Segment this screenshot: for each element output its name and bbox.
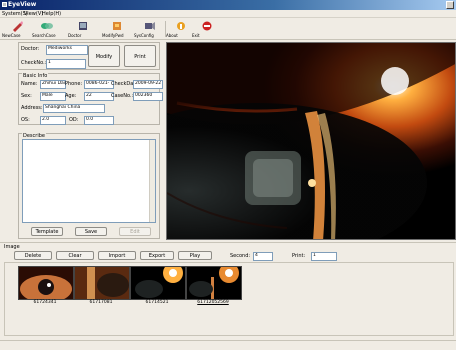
title-bar: EyeView xyxy=(0,0,456,10)
name-field[interactable]: Zhihui Dai xyxy=(40,80,66,89)
doctor-icon xyxy=(79,22,87,30)
caseno-label: CaseNo.: xyxy=(111,93,134,99)
os-field[interactable]: 2.0 xyxy=(40,116,66,125)
thumbnail-image[interactable] xyxy=(74,266,130,300)
sex-field[interactable]: Male xyxy=(40,92,66,101)
eye-photo xyxy=(167,43,455,239)
checkno-field[interactable]: 1 xyxy=(46,59,86,69)
print-case-button[interactable]: Print xyxy=(124,45,156,67)
about-icon xyxy=(177,22,185,30)
doctor-field[interactable]: Mediworks xyxy=(46,45,88,55)
thumbnail-caption-selected: 61712052569 xyxy=(197,300,229,305)
describe-panel: Describe Template Save Edit xyxy=(18,133,160,239)
thumbnail-caption: 61724341 xyxy=(33,300,57,305)
doctor-label: Doctor: xyxy=(21,46,40,52)
status-bar xyxy=(0,340,456,350)
thumbnail-eye-4 xyxy=(187,267,241,299)
od-field[interactable]: 0.0 xyxy=(84,116,114,125)
thumbnail-image[interactable] xyxy=(18,266,74,300)
menu-view[interactable]: View(V) xyxy=(24,11,43,17)
app-icon xyxy=(2,2,7,7)
address-field[interactable]: Shanghai China xyxy=(43,104,105,113)
image-divider xyxy=(0,242,456,243)
close-window-button[interactable] xyxy=(446,1,454,9)
export-image-button[interactable]: Export xyxy=(140,251,174,260)
menu-bar: System(S) View(V) Help(H) xyxy=(0,10,456,18)
describe-textarea[interactable] xyxy=(22,139,156,223)
search-case-icon xyxy=(41,23,53,29)
edit-button: Edit xyxy=(119,227,151,236)
new-case-icon xyxy=(13,21,23,32)
checkno-label: CheckNo.: xyxy=(21,60,47,66)
new-case-button[interactable]: NewCase xyxy=(2,19,32,39)
thumbnail-eye-3 xyxy=(131,267,185,299)
save-button[interactable]: Save xyxy=(75,227,107,236)
checkdate-field[interactable]: 2009-09-22 xyxy=(133,80,163,89)
thumbnail-eye-2 xyxy=(75,267,129,299)
import-image-button[interactable]: Import xyxy=(98,251,136,260)
delete-image-button[interactable]: Delete xyxy=(14,251,52,260)
toolbar: NewCase SearchCase Doctor ModifyPwd SysC… xyxy=(0,18,456,40)
second-label: Second: xyxy=(230,253,251,259)
thumbnail-caption: 61717081 xyxy=(89,300,113,305)
thumbnail-eye-1 xyxy=(19,267,73,299)
age-field[interactable]: 22 xyxy=(84,92,114,101)
age-label: Age: xyxy=(65,93,77,99)
doctor-panel: Doctor: Mediworks CheckNo.: 1 Modify Pri… xyxy=(18,42,160,70)
phone-label: Phone: xyxy=(65,81,83,87)
describe-scrollbar[interactable] xyxy=(149,140,155,222)
print-count-label: Print: xyxy=(292,253,306,259)
modify-password-button[interactable]: ModifyPwd xyxy=(102,19,132,39)
exit-icon xyxy=(202,21,212,31)
thumbnail-image[interactable] xyxy=(186,266,242,300)
main-eye-image[interactable] xyxy=(166,42,456,240)
search-case-button[interactable]: SearchCase xyxy=(32,19,62,39)
system-config-icon xyxy=(145,22,155,30)
exit-button[interactable]: Exit xyxy=(192,19,222,39)
template-button[interactable]: Template xyxy=(31,227,63,236)
play-button[interactable]: Play xyxy=(178,251,212,260)
name-label: Name: xyxy=(21,81,38,87)
sex-label: Sex: xyxy=(21,93,32,99)
modify-button[interactable]: Modify xyxy=(88,45,120,67)
basic-info-title: Basic Info xyxy=(22,73,49,79)
os-label: OS: xyxy=(21,117,30,123)
doctor-button[interactable]: Doctor xyxy=(68,19,98,39)
caseno-field[interactable]: 002360 xyxy=(133,92,163,101)
second-field[interactable]: 4 xyxy=(253,252,273,261)
address-label: Address: xyxy=(21,105,43,111)
clear-images-button[interactable]: Clear xyxy=(56,251,94,260)
window-title: EyeView xyxy=(8,1,37,8)
modify-password-icon xyxy=(113,22,121,30)
phone-field[interactable]: 0086-021- xyxy=(84,80,114,89)
image-section-title: Image xyxy=(4,244,20,250)
thumbnail-image[interactable] xyxy=(130,266,186,300)
menu-help[interactable]: Help(H) xyxy=(42,11,61,17)
basic-info-panel: Basic Info Name: Zhihui Dai Phone: 0086-… xyxy=(18,73,163,125)
system-config-button[interactable]: SysConfig xyxy=(134,19,164,39)
od-label: OD: xyxy=(69,117,79,123)
thumbnail-caption: 61714521 xyxy=(145,300,169,305)
print-count-field[interactable]: 1 xyxy=(311,252,337,261)
